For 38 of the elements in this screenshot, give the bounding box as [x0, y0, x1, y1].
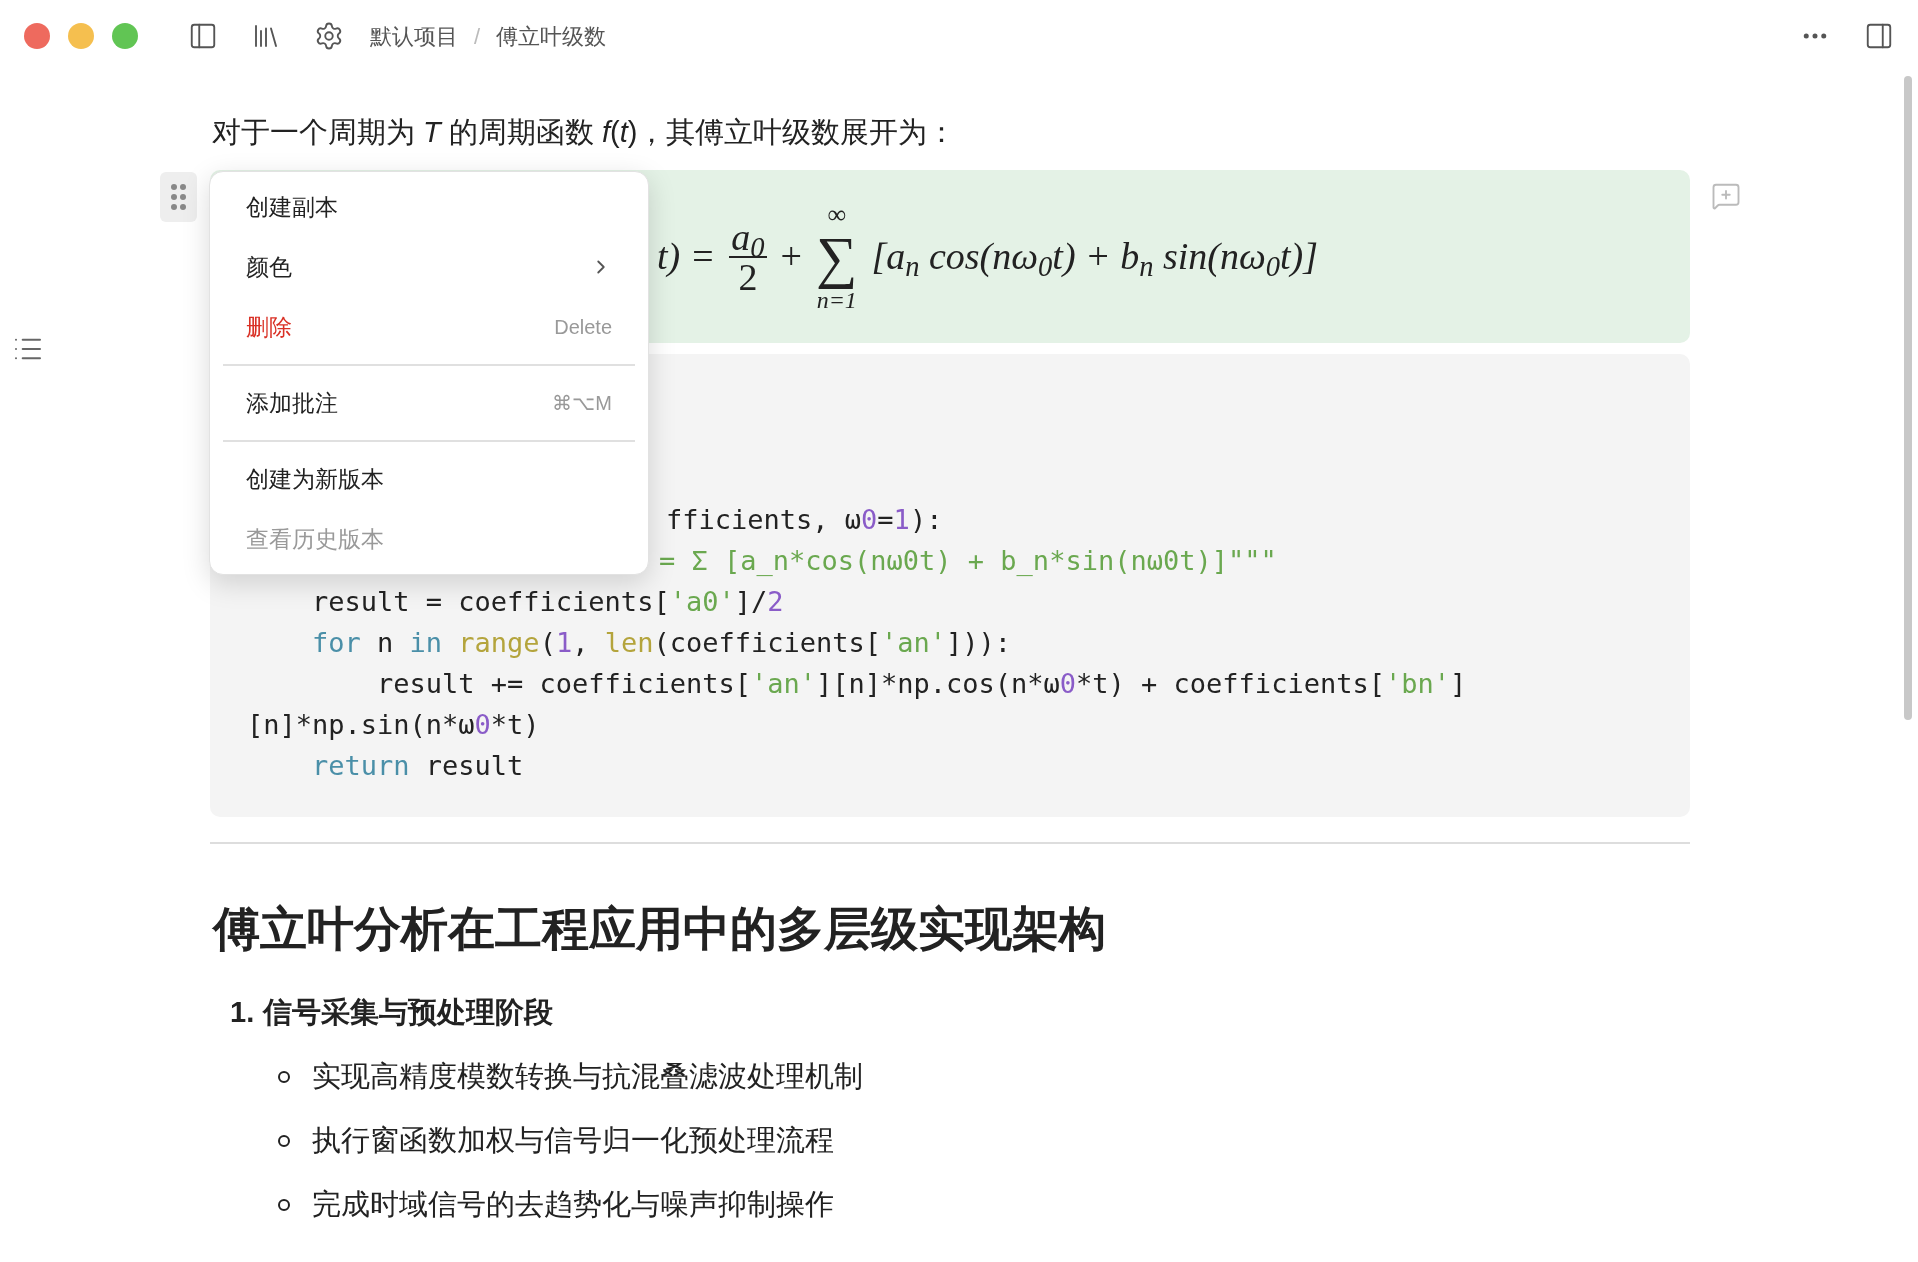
menu-item[interactable]: 颜色 — [223, 237, 635, 297]
code-line: fficients, ω0=1): — [666, 503, 943, 537]
list-number: 1. — [229, 995, 256, 1031]
close-window-button[interactable] — [24, 23, 50, 49]
list-item-title: 信号采集与预处理阶段 — [263, 995, 553, 1031]
settings-icon[interactable] — [314, 21, 344, 51]
list-item-text: 完成时域信号的去趋势化与噪声抑制操作 — [312, 1187, 834, 1223]
bullet-icon — [278, 1071, 290, 1083]
code-line: result = coefficients['a0']/2 — [311, 585, 784, 619]
sidebar-toggle-icon[interactable] — [188, 21, 218, 51]
formula-text: t) = — [657, 234, 716, 279]
formula-text: [a$_{n}$ cos(nω$_{0}$t) + b$_{n}$ sin(nω$_{0}$t)] — [871, 234, 1319, 285]
formula-numerator: a$_{0}$ — [729, 217, 767, 258]
formula-denominator: 2 — [738, 257, 758, 296]
bullet-icon — [278, 1135, 290, 1147]
code-line: for n in range(1, len(coefficients['an'])): — [311, 626, 1012, 660]
intro-paragraph: 对于一个周期为 T 的周期函数 f(t)，其傅立叶级数展开为： — [211, 115, 958, 150]
list-item-text: 执行窗函数加权与信号归一化预处理流程 — [312, 1123, 834, 1159]
list-item-text: 实现高精度模数转换与抗混叠滤波处理机制 — [312, 1059, 863, 1095]
section-heading: 傅立叶分析在工程应用中的多层级实现架构 — [211, 901, 1107, 957]
sidebar-right-icon[interactable] — [1864, 21, 1894, 51]
formula-text: + — [780, 234, 803, 279]
menu-item[interactable]: 添加批注 ⌘⌥M — [223, 373, 635, 433]
code-line: [n]*np.sin(n*ω0*t) — [247, 708, 540, 742]
menu-item[interactable]: 创建副本 — [223, 177, 635, 237]
breadcrumb-item[interactable]: 傅立叶级数 — [496, 19, 607, 53]
sum-symbol: ∑ — [816, 227, 858, 288]
breadcrumb-separator: / — [474, 22, 481, 51]
menu-item[interactable]: 创建为新版本 — [223, 449, 635, 509]
drag-handle[interactable] — [160, 172, 197, 222]
scrollbar-thumb[interactable] — [1904, 76, 1912, 720]
breadcrumb-item[interactable]: 默认项目 — [370, 19, 458, 53]
code-line: return result — [311, 749, 524, 783]
menu-item[interactable]: 删除 Delete — [223, 297, 635, 357]
code-line: result += coefficients['an'][n]*np.cos(n*ω0*t) + coefficients['bn'] — [376, 667, 1467, 701]
code-line: = Σ [a_n*cos(nω0t) + b_n*sin(nω0t)]""" — [659, 544, 1277, 578]
bullet-icon — [278, 1199, 290, 1211]
formula-upper-limit: ∞ — [827, 201, 846, 228]
